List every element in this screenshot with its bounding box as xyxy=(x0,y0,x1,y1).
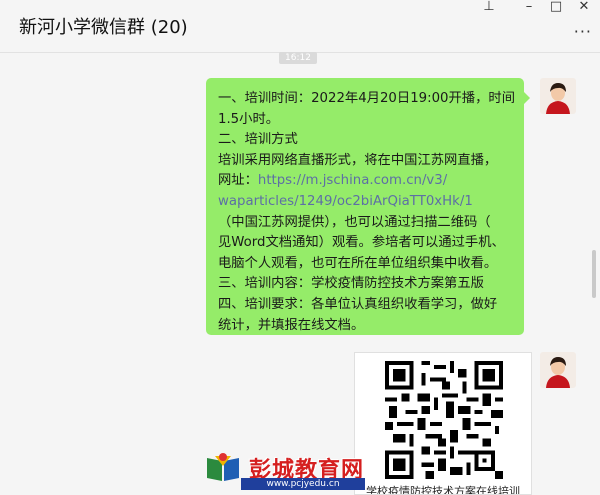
close-button[interactable]: ✕ xyxy=(571,0,597,14)
sender-avatar[interactable] xyxy=(540,352,576,388)
url-label: 网址： xyxy=(218,173,258,189)
chat-title: 新河小学微信群 (20) xyxy=(19,17,188,38)
message-line: 网址：https://m.jschina.com.cn/v3/ xyxy=(218,171,514,192)
scrollbar-thumb[interactable] xyxy=(592,250,596,298)
message-line: 电脑个人观看，也可在所在单位组织集中收看。 xyxy=(218,255,498,271)
book-logo-icon xyxy=(207,453,239,481)
message-line: 统计，并填报在线文档。 xyxy=(218,317,365,333)
message-line: 见Word文档通知）观看。参培者可以通过手机、 xyxy=(218,235,505,251)
message-line: 四、培训要求：各单位认真组织收看学习，做好 xyxy=(218,296,498,312)
text-message-bubble[interactable]: 一、培训时间：2022年4月20日19:00开播，时间 1.5小时。 二、培训方… xyxy=(206,78,530,335)
message-line: 二、培训方式 xyxy=(218,132,298,148)
image-message[interactable]: 学校疫情防控技术方案在线培训 xyxy=(354,352,532,495)
message-line: 一、培训时间：2022年4月20日19:00开播，时间 xyxy=(218,91,515,106)
watermark-url: www.pcjyedu.cn xyxy=(241,478,365,490)
maximize-button[interactable]: □ xyxy=(543,0,569,14)
message-line: 1.5小时。 xyxy=(218,111,280,127)
message-line: 三、培训内容：学校疫情防控技术方案第五版 xyxy=(218,276,484,292)
message-line: 培训采用网络直播形式，将在中国江苏网直播， xyxy=(218,152,498,168)
message-timestamp: 16:12 xyxy=(279,52,317,64)
more-options-button[interactable]: ··· xyxy=(574,22,592,41)
title-bar: 新河小学微信群 (20) ⊥ – □ ✕ ··· xyxy=(0,0,600,53)
avatar-image xyxy=(540,78,576,114)
avatar-image xyxy=(540,352,576,388)
url-link-part2[interactable]: waparticles/1249/oc2biArQiaTT0xHk/1 xyxy=(218,192,514,213)
url-link-part1[interactable]: https://m.jschina.com.cn/v3/ xyxy=(258,173,447,188)
minimize-button[interactable]: – xyxy=(516,0,542,14)
message-line: （中国江苏网提供），也可以通过扫描二维码（ xyxy=(218,214,491,230)
watermark: 彭城教育网 www.pcjyedu.cn xyxy=(205,452,365,492)
qr-code-icon xyxy=(385,361,503,479)
sender-avatar[interactable] xyxy=(540,78,576,114)
pin-button[interactable]: ⊥ xyxy=(476,0,502,14)
image-caption: 学校疫情防控技术方案在线培训 xyxy=(366,485,520,495)
